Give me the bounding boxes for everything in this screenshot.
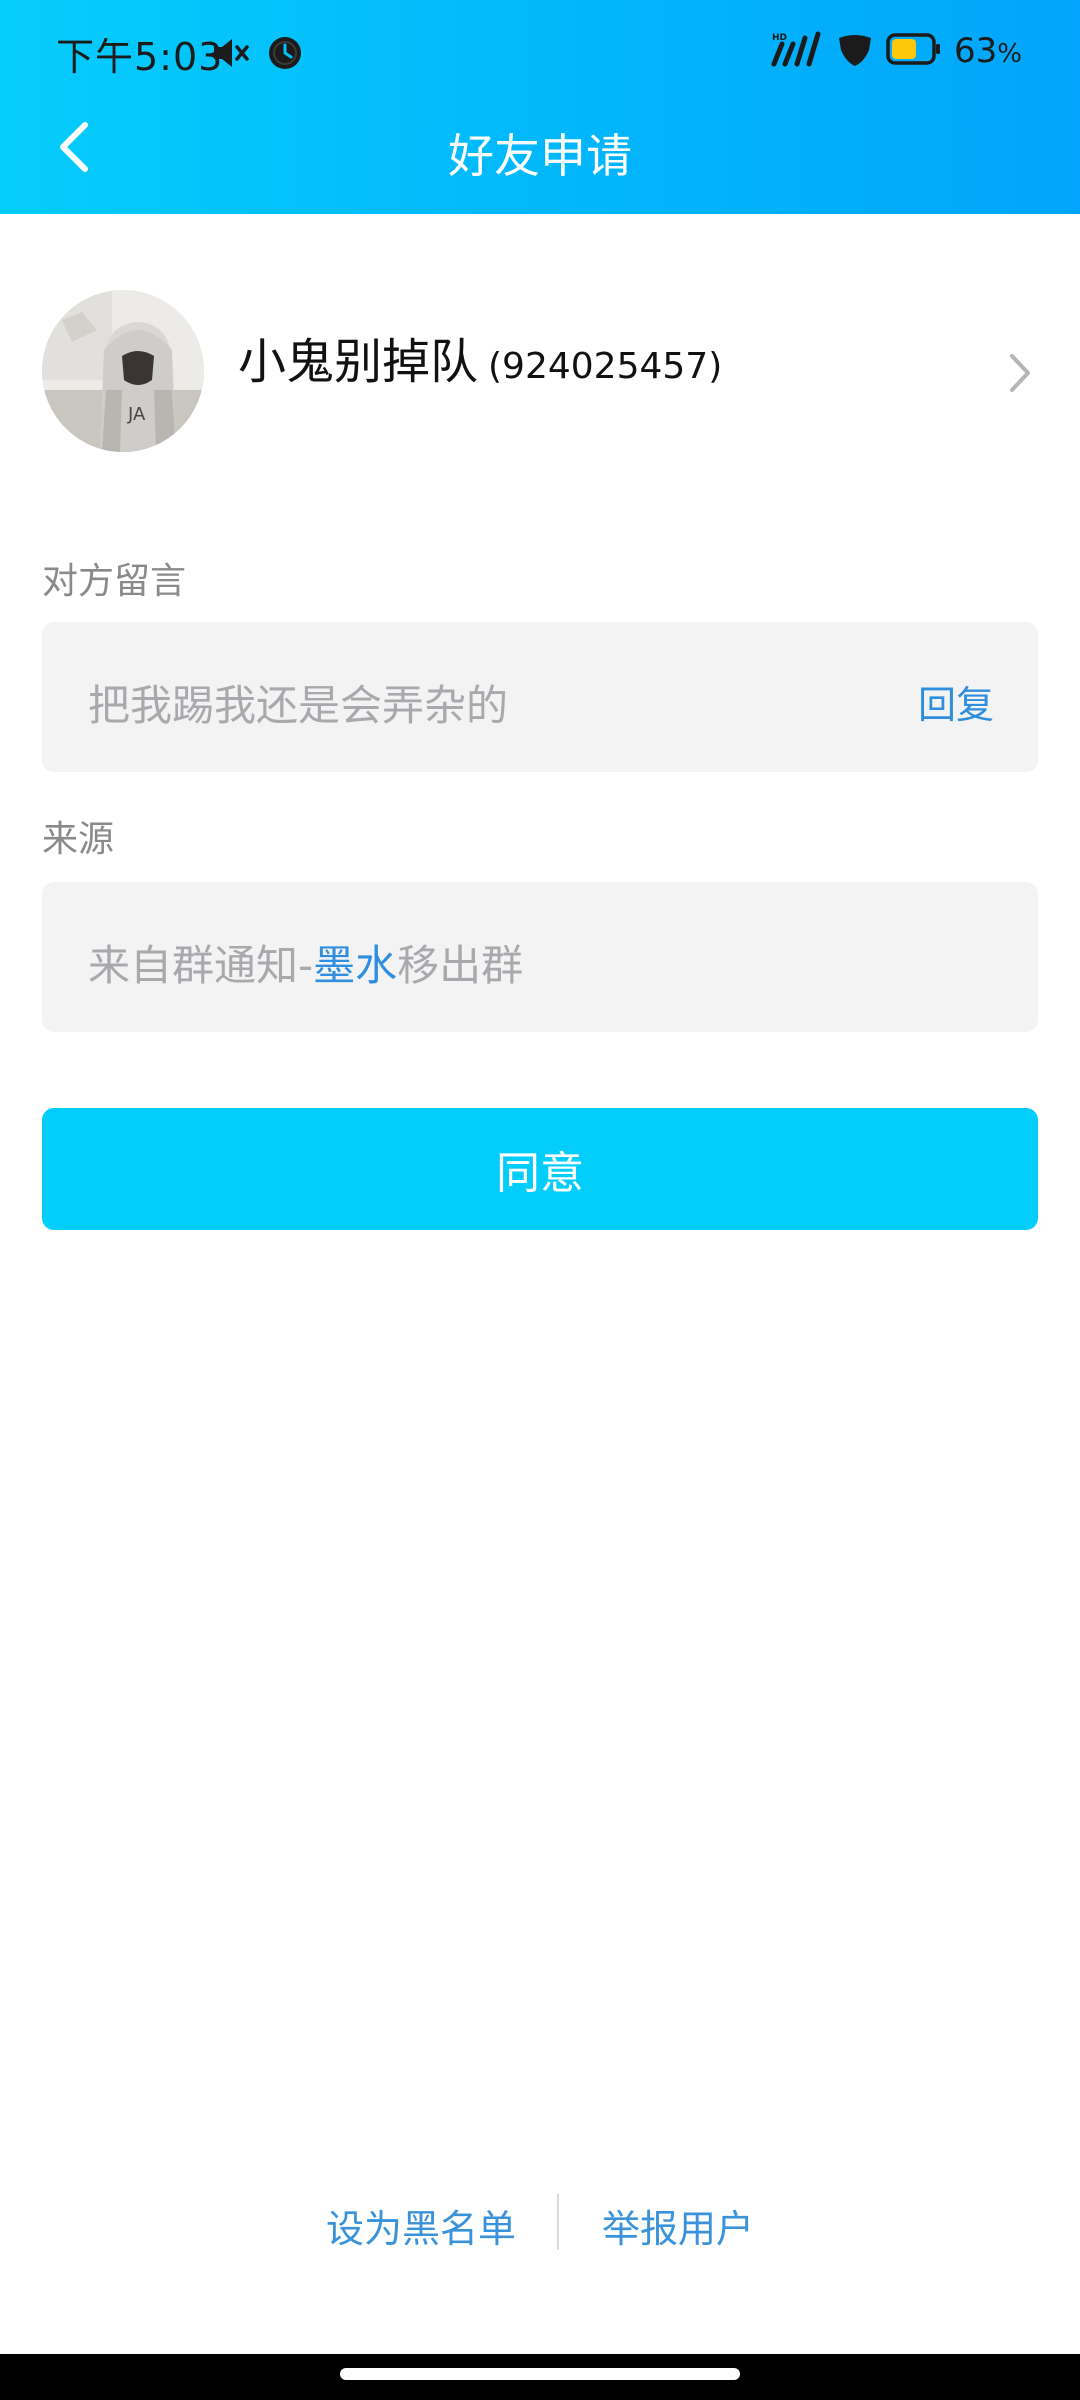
status-bar: 下午5:03 HD 63%: [0, 0, 1080, 100]
home-indicator[interactable]: [340, 2368, 740, 2380]
navbar: 好友申请: [0, 100, 1080, 214]
header: 下午5:03 HD 63% 好友申请: [0, 0, 1080, 214]
avatar[interactable]: JA: [42, 290, 204, 452]
svg-text:HD: HD: [772, 33, 787, 43]
profile-name: 小鬼别掉队 (924025457): [238, 322, 722, 392]
chevron-right-icon: [1000, 348, 1040, 398]
source-member-link[interactable]: 墨水: [313, 941, 397, 990]
alarm-icon: [266, 34, 304, 76]
source-prefix: 来自群通知-: [88, 941, 314, 990]
divider: [557, 2194, 559, 2250]
profile-uin: (924025457): [488, 346, 723, 387]
vpn-shield-icon: [836, 30, 874, 72]
battery-icon: [886, 32, 942, 70]
svg-text:JA: JA: [127, 404, 146, 425]
status-icons-right: HD 63%: [770, 30, 1022, 72]
source-box: 来自群通知-墨水移出群: [42, 882, 1038, 1032]
battery-percent: 63%: [954, 31, 1022, 71]
hd-signal-icon: HD: [770, 30, 824, 72]
page-title: 好友申请: [448, 129, 632, 183]
message-box: 把我踢我还是会弄杂的 回复: [42, 622, 1038, 772]
gesture-bar: [0, 2354, 1080, 2400]
source-text: 来自群通知-墨水移出群: [88, 932, 523, 993]
source-label: 来源: [42, 819, 115, 860]
message-label: 对方留言: [42, 561, 187, 602]
profile-nickname: 小鬼别掉队: [238, 334, 479, 390]
report-user-button[interactable]: 举报用户: [602, 2198, 754, 2253]
mute-icon: [212, 36, 252, 74]
bottom-actions: 设为黑名单 举报用户: [0, 2190, 1080, 2260]
message-text: 把我踢我还是会弄杂的: [88, 681, 509, 730]
blacklist-button[interactable]: 设为黑名单: [326, 2198, 516, 2253]
reply-button[interactable]: 回复: [918, 674, 994, 729]
status-time: 下午5:03: [56, 35, 224, 79]
source-suffix: 移出群: [397, 941, 524, 990]
agree-button[interactable]: 同意: [42, 1108, 1038, 1230]
status-icons-left: [212, 34, 304, 76]
profile-row[interactable]: JA 小鬼别掉队 (924025457): [0, 280, 1080, 460]
